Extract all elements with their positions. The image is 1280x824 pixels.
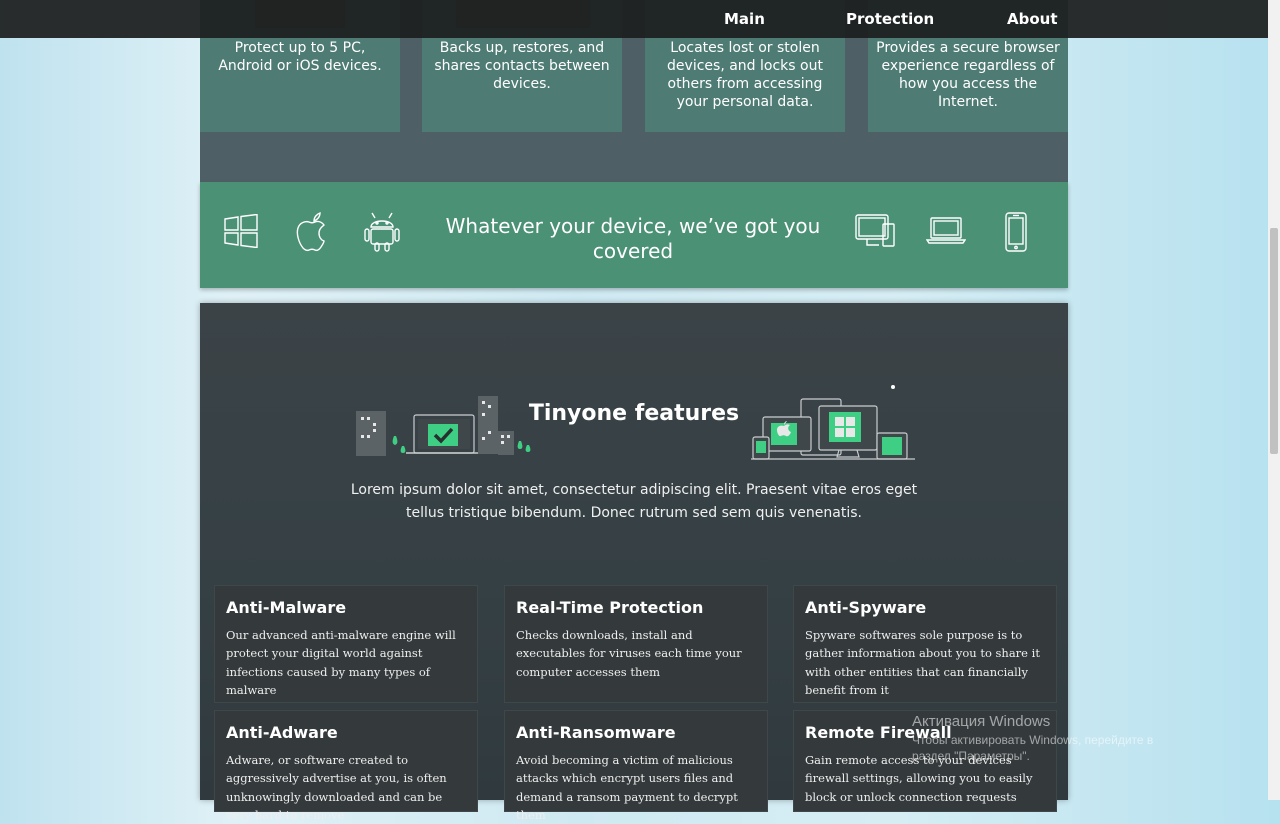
top-card-text: Locates lost or stolen devices, and lock… [667, 40, 823, 110]
apple-icon [296, 212, 325, 252]
feature-card-real-time-protection: Real-Time Protection Checks downloads, i… [504, 585, 768, 703]
device-band-title: Whatever your device, we’ve got you cove… [445, 214, 821, 263]
feature-description: Adware, or software created to aggressiv… [226, 753, 447, 822]
feature-title: Anti-Malware [226, 598, 347, 617]
desktop-icon [855, 214, 895, 247]
page-scrollbar[interactable] [1268, 0, 1280, 800]
features-heading: Tinyone features [528, 401, 740, 426]
feature-description: Our advanced anti-malware engine will pr… [226, 628, 456, 697]
top-card-text: Backs up, restores, and shares contacts … [434, 40, 610, 92]
windows-icon [224, 214, 258, 248]
phone-icon [1005, 212, 1027, 252]
laptop-icon [926, 217, 966, 244]
feature-card-anti-spyware: Anti-Spyware Spyware softwares sole purp… [793, 585, 1057, 703]
android-icon [364, 212, 400, 252]
device-support-band: Whatever your device, we’ve got you cove… [200, 182, 1068, 288]
nav-link-protection[interactable]: Protection [846, 9, 934, 29]
top-card-text: Protect up to 5 PC, Android or iOS devic… [218, 40, 382, 74]
watermark-title: Активация Windows [912, 713, 1051, 730]
top-navbar: Main Protection About [0, 0, 1268, 38]
scrollbar-thumb[interactable] [1270, 228, 1278, 454]
feature-card-anti-ransomware: Anti-Ransomware Avoid becoming a victim … [504, 710, 768, 822]
nav-link-about[interactable]: About [1007, 9, 1058, 29]
top-card-text: Provides a secure browser experience reg… [876, 40, 1060, 110]
features-lead: Lorem ipsum dolor sit amet, consectetur … [350, 482, 918, 521]
windows-activation-watermark: Активация Windows Чтобы активировать Win… [912, 713, 1192, 764]
nav-link-main[interactable]: Main [724, 9, 765, 29]
watermark-subtitle: Чтобы активировать Windows, перейдите в … [912, 733, 1154, 763]
feature-title: Anti-Adware [226, 723, 338, 742]
feature-description: Avoid becoming a victim of malicious att… [516, 753, 738, 822]
feature-title: Anti-Ransomware [516, 723, 676, 742]
feature-card-anti-adware: Anti-Adware Adware, or software created … [214, 710, 478, 822]
feature-card-anti-malware: Anti-Malware Our advanced anti-malware e… [214, 585, 478, 703]
feature-description: Checks downloads, install and executable… [516, 628, 742, 679]
feature-title: Real-Time Protection [516, 598, 704, 617]
feature-description: Spyware softwares sole purpose is to gat… [805, 628, 1040, 697]
feature-title: Anti-Spyware [805, 598, 927, 617]
